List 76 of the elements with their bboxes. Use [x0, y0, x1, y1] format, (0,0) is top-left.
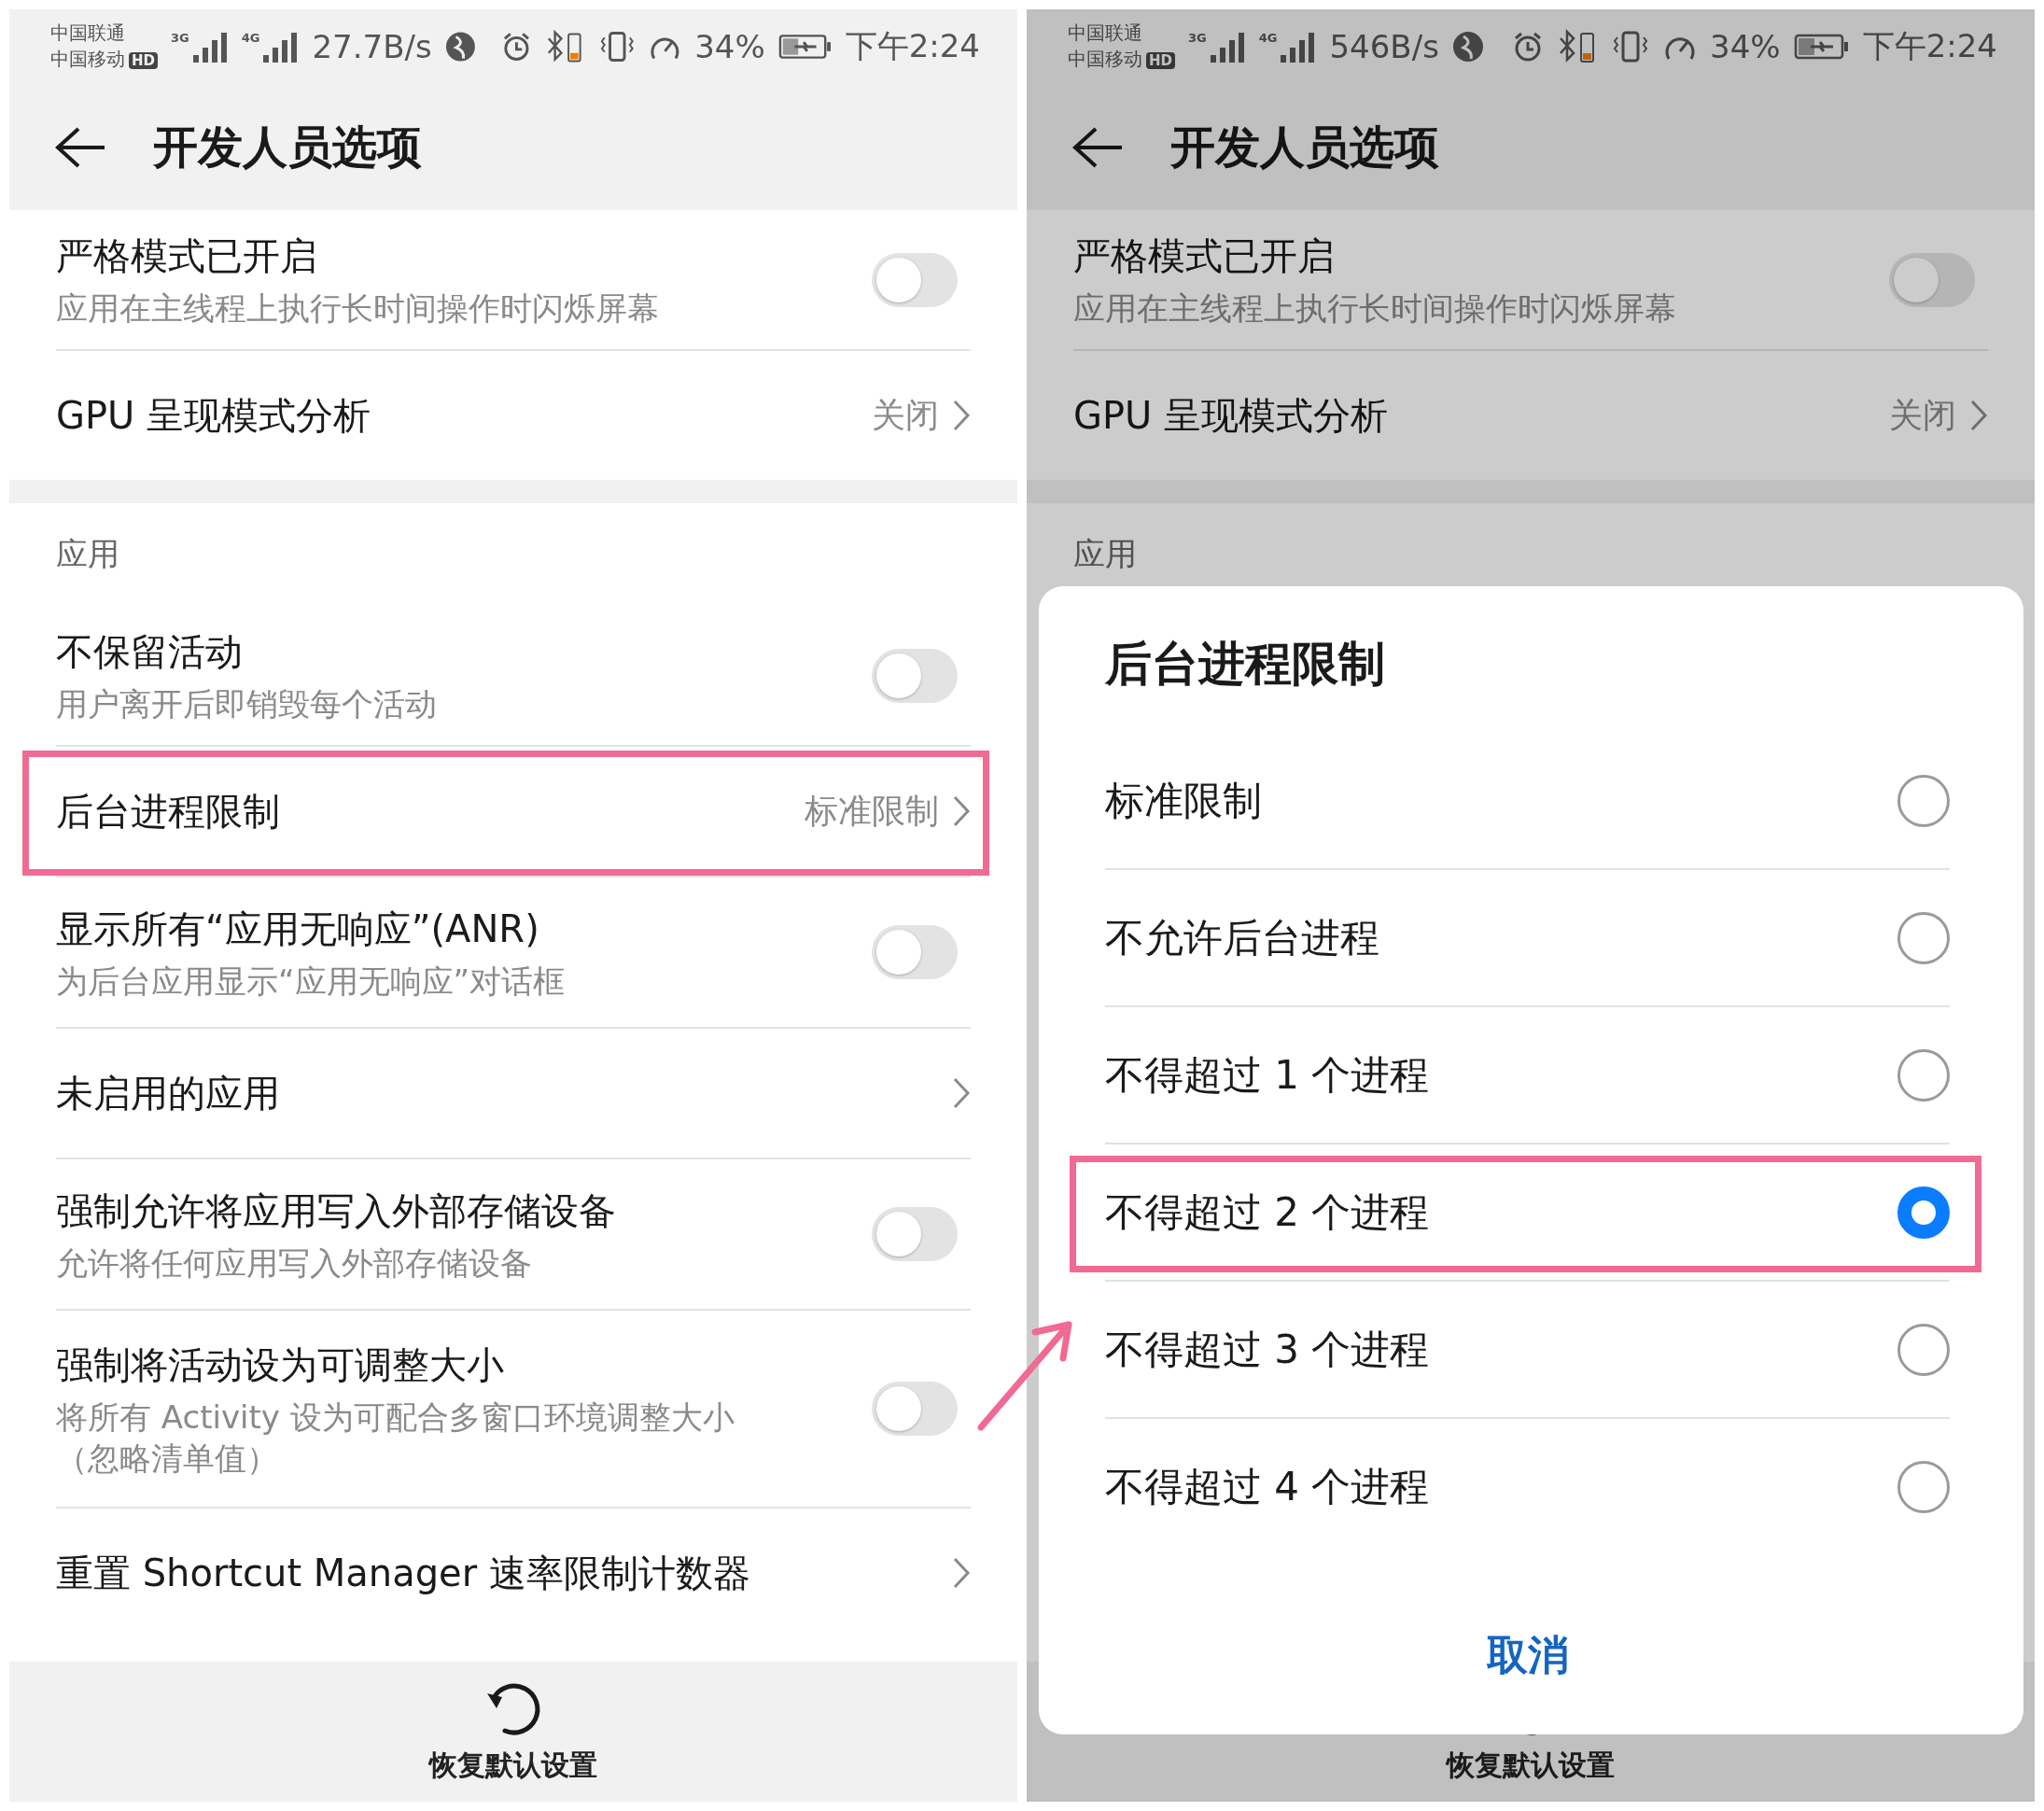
setting-title: GPU 呈现模式分析: [1073, 392, 1390, 439]
section-header: 应用: [1072, 534, 1138, 574]
battery-charging-icon: [1793, 33, 1850, 61]
carrier-name: 中国移动: [50, 48, 125, 70]
battery-percent: 34%: [694, 28, 765, 65]
carrier-name: 中国联通: [50, 21, 125, 44]
setting-description: 应用在主线程上执行长时间操作时闪烁屏幕: [56, 288, 660, 329]
setting-value: 关闭: [1889, 394, 1956, 436]
clock-time: 下午2:24: [845, 26, 980, 66]
chevron-right-icon: [952, 1556, 971, 1590]
signal-icon: [1208, 31, 1246, 63]
network-type: 3G: [171, 31, 189, 45]
radio-button[interactable]: [1897, 1460, 1950, 1513]
network-speed: 546B/s: [1329, 28, 1439, 65]
radio-option[interactable]: 不得超过 2 个进程: [1105, 1144, 1950, 1280]
setting-title: 严格模式已开启: [1073, 233, 1336, 279]
setting-description: 允许将任何应用写入外部存储设备: [56, 1242, 533, 1284]
hd-badge: HD: [1146, 52, 1175, 69]
radio-button[interactable]: [1897, 1323, 1950, 1376]
setting-title: 强制将活动设为可调整大小: [56, 1341, 505, 1388]
setting-title: 强制允许将应用写入外部存储设备: [56, 1187, 617, 1234]
setting-description: 将所有 Activity 设为可配合多窗口环境调整大小（忽略清单值）: [56, 1397, 735, 1479]
carrier-name: 中国移动: [1068, 48, 1142, 70]
battery-charging-icon: [777, 33, 833, 61]
signal-icon: [261, 31, 300, 63]
radio-option[interactable]: 不允许后台进程: [1105, 870, 1950, 1005]
radio-option[interactable]: 标准限制: [1105, 733, 1950, 868]
radio-option[interactable]: 不得超过 3 个进程: [1105, 1282, 1950, 1417]
chevron-right-icon: [952, 794, 971, 828]
radio-button[interactable]: [1897, 1048, 1950, 1102]
battery-percent: 34%: [1710, 28, 1781, 65]
settings-row[interactable]: 未启用的应用: [9, 1029, 1017, 1158]
radio-button[interactable]: [1897, 1186, 1950, 1239]
globe-icon: [444, 31, 476, 63]
radio-button[interactable]: [1897, 911, 1950, 964]
setting-title: 显示所有“应用无响应”(ANR): [56, 906, 540, 952]
signal-icon: [190, 31, 229, 63]
hd-badge: HD: [129, 52, 158, 69]
clock-time: 下午2:24: [1862, 26, 1997, 66]
reset-defaults-label[interactable]: 恢复默认设置: [429, 1746, 597, 1785]
chevron-right-icon: [1969, 399, 1988, 432]
page-title: 开发人员选项: [153, 119, 422, 175]
setting-description: 应用在主线程上执行长时间操作时闪烁屏幕: [1073, 288, 1677, 329]
settings-row[interactable]: 重置 Shortcut Manager 速率限制计数器: [9, 1509, 1017, 1637]
setting-title: 重置 Shortcut Manager 速率限制计数器: [56, 1550, 751, 1596]
reset-defaults-label[interactable]: 恢复默认设置: [1447, 1746, 1615, 1785]
globe-icon: [1451, 31, 1484, 63]
setting-description: 为后台应用显示“应用无响应”对话框: [56, 961, 567, 1002]
signal-icon: [1279, 31, 1317, 63]
network-speed: 27.7B/s: [312, 28, 432, 65]
back-arrow-icon[interactable]: [54, 125, 106, 169]
settings-row[interactable]: 后台进程限制 标准限制: [9, 747, 1017, 876]
chevron-right-icon: [952, 1076, 971, 1110]
network-type: 4G: [1258, 31, 1278, 45]
radio-option[interactable]: 不得超过 1 个进程: [1105, 1007, 1950, 1143]
network-type: 3G: [1188, 31, 1207, 45]
page-title: 开发人员选项: [1170, 119, 1439, 175]
setting-title: GPU 呈现模式分析: [56, 392, 372, 439]
setting-description: 用户离开后即销毁每个活动: [56, 684, 438, 724]
setting-title: 不保留活动: [56, 629, 244, 675]
cancel-button[interactable]: 取消: [1467, 1619, 1588, 1692]
radio-option[interactable]: 不得超过 4 个进程: [1105, 1419, 1950, 1554]
carrier-name: 中国联通: [1068, 21, 1142, 44]
section-header: 应用: [55, 534, 120, 574]
chevron-right-icon: [952, 399, 971, 432]
setting-title: 未启用的应用: [56, 1070, 281, 1116]
setting-title: 严格模式已开启: [56, 233, 318, 279]
radio-button[interactable]: [1897, 774, 1950, 827]
setting-value: 关闭: [872, 394, 939, 436]
settings-row[interactable]: GPU 呈现模式分析 关闭: [9, 351, 1017, 480]
setting-title: 后台进程限制: [56, 788, 281, 835]
settings-row[interactable]: GPU 呈现模式分析 关闭: [1027, 351, 2035, 480]
back-arrow-icon[interactable]: [1071, 125, 1124, 169]
network-type: 4G: [241, 31, 260, 45]
setting-value: 标准限制: [805, 790, 939, 832]
dialog-title: 后台进程限制: [1105, 636, 1386, 693]
